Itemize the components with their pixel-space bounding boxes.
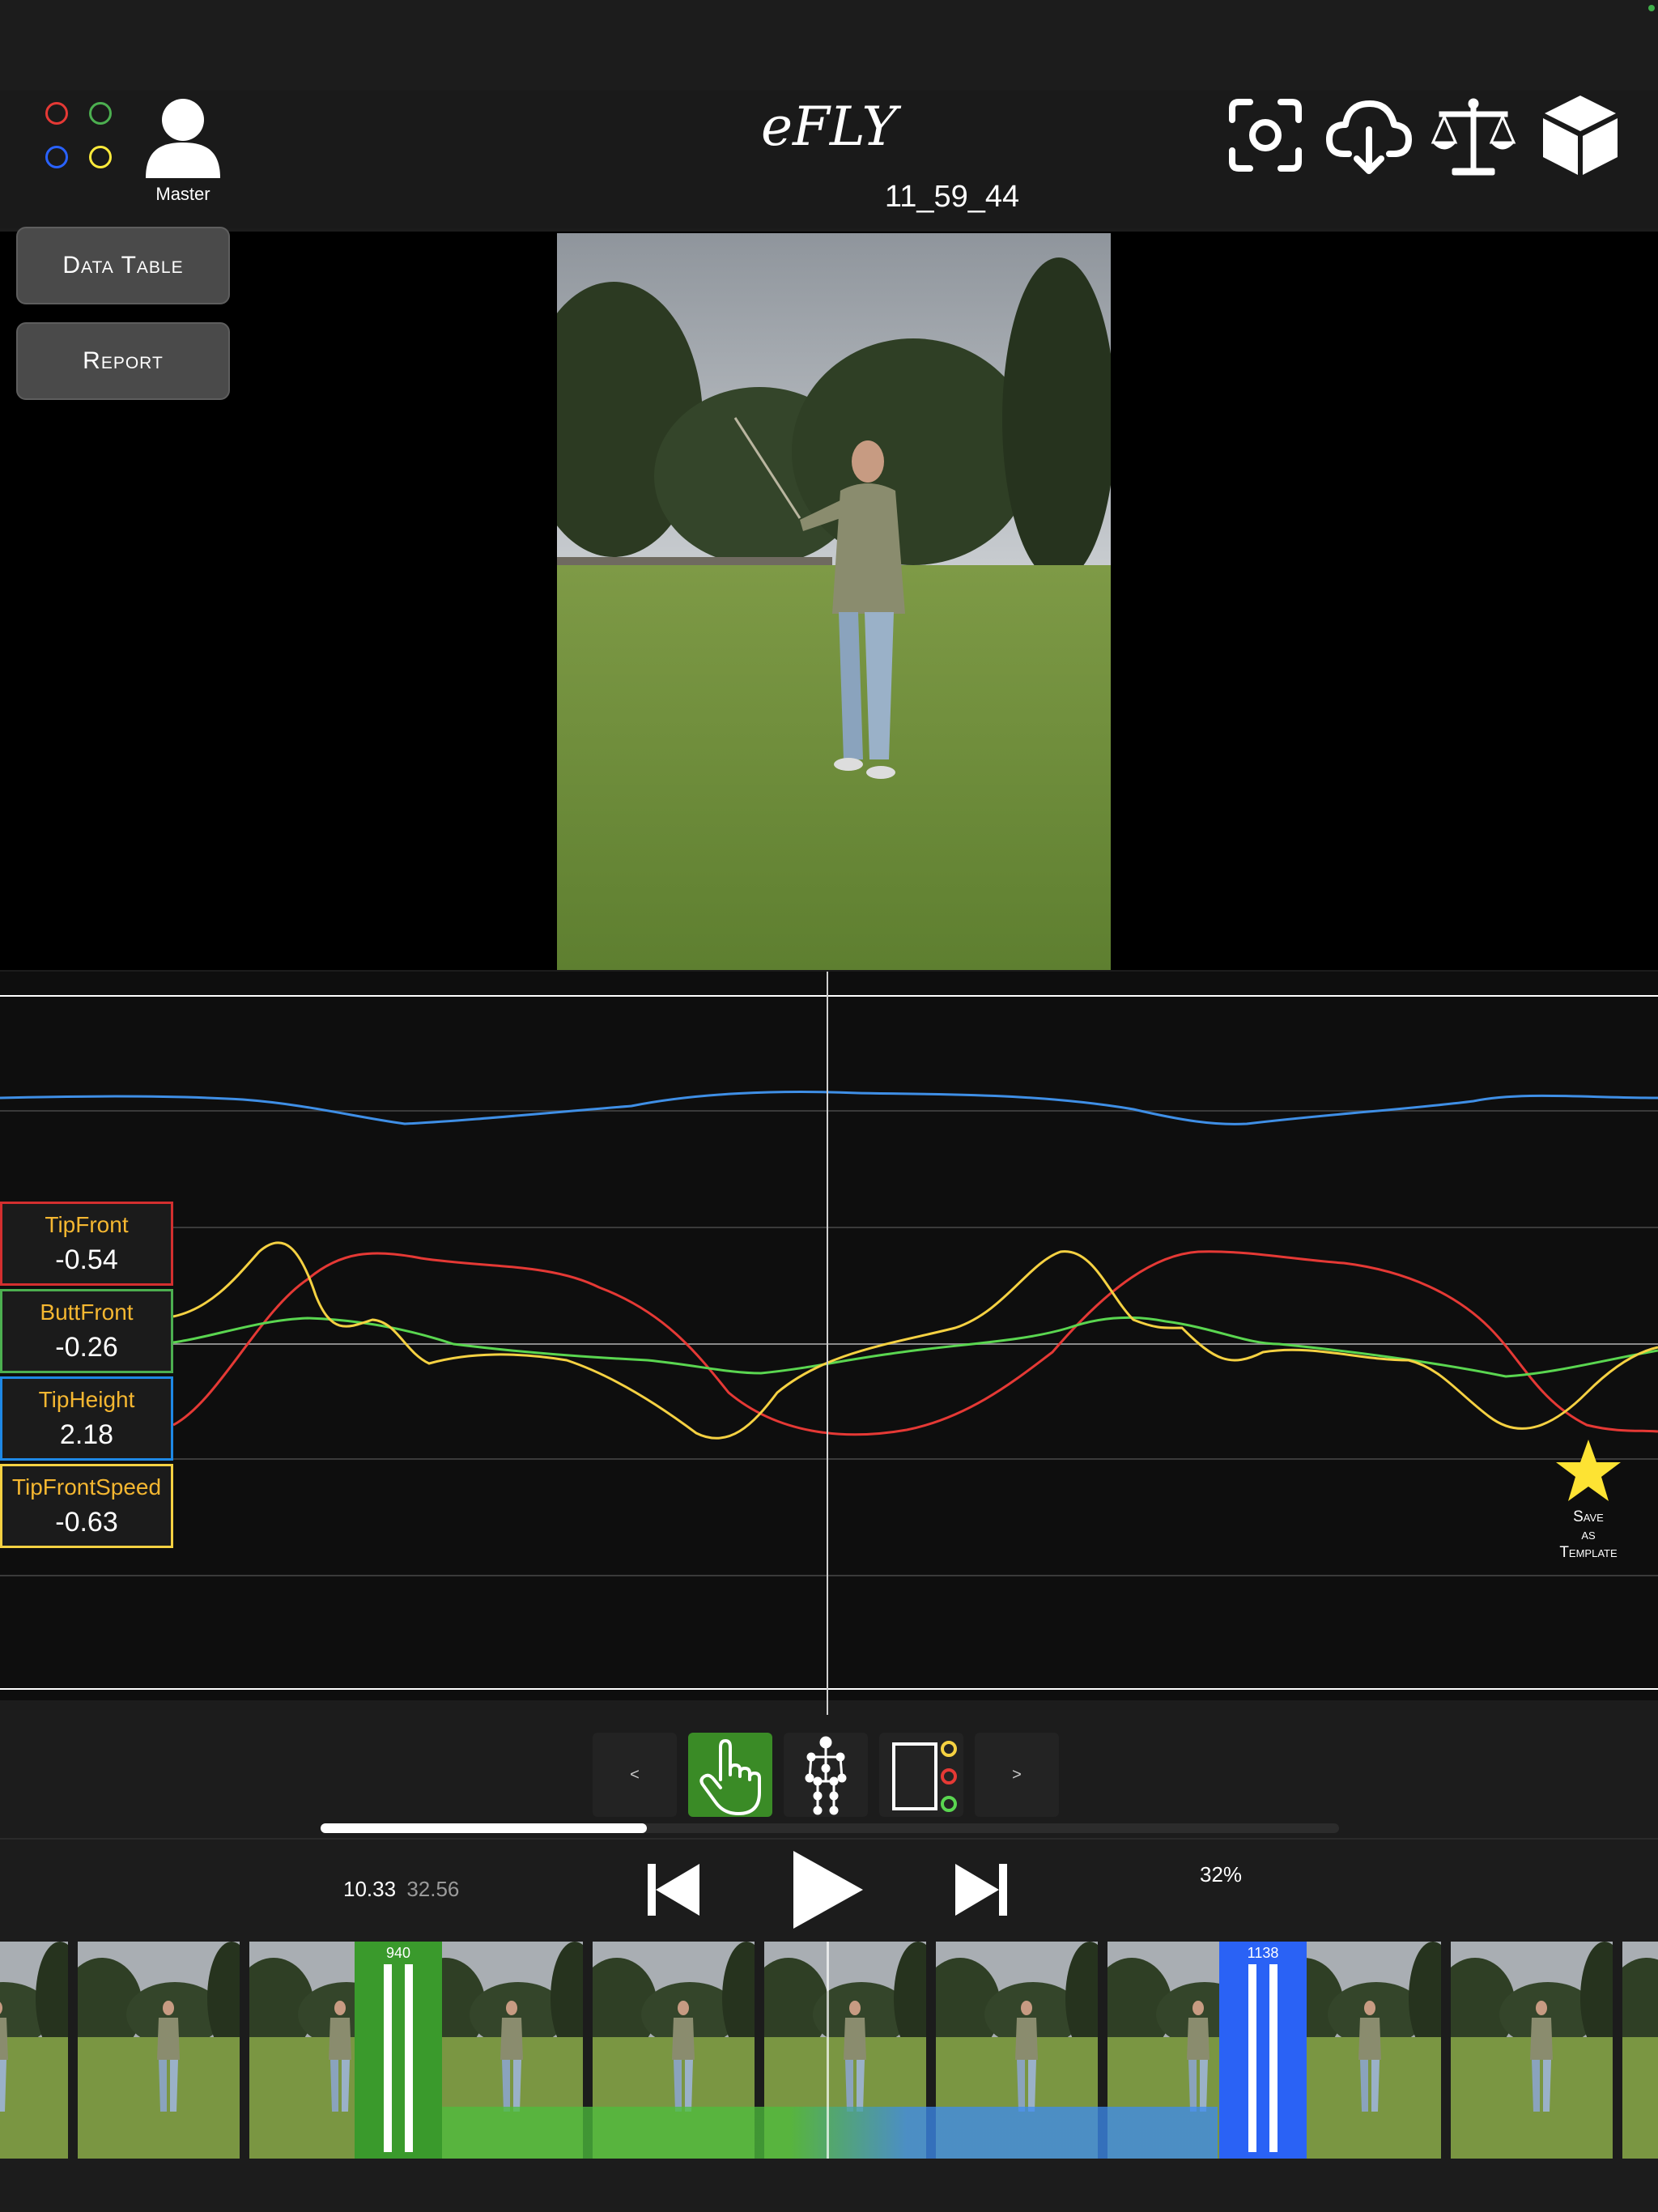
filmstrip-thumbnail[interactable] [0, 1942, 68, 2159]
range-start-value: 940 [385, 1945, 411, 1961]
tool-hand-button[interactable] [688, 1733, 772, 1817]
selected-range-bar [440, 2107, 1218, 2159]
tool-prev-button[interactable]: < [593, 1733, 677, 1817]
save-as-template-button[interactable]: Save as Template [1538, 1438, 1639, 1580]
3d-view-button[interactable] [1540, 92, 1621, 178]
clip-name: 11_59_44 [884, 180, 1020, 214]
tool-next-button[interactable]: > [975, 1733, 1059, 1817]
skip-back-button[interactable] [644, 1861, 703, 1919]
tool-prev-label: < [630, 1766, 640, 1784]
legend-label: TipFrontSpeed [11, 1474, 162, 1499]
series-tipheight-line [0, 1091, 1658, 1125]
legend-buttfront[interactable]: ButtFront -0.26 [0, 1289, 173, 1373]
skip-back-icon [648, 1864, 699, 1916]
camera-focus-icon [1229, 99, 1302, 172]
video-player[interactable] [0, 232, 1658, 970]
cube-icon [1543, 96, 1618, 175]
legend-tipheight[interactable]: TipHeight 2.18 [0, 1376, 173, 1461]
hand-pointer-icon [699, 1739, 761, 1815]
legend-value: -0.63 [55, 1507, 118, 1538]
play-icon [793, 1851, 863, 1929]
range-start-handle[interactable]: 940 [355, 1942, 442, 2159]
skeleton-icon [805, 1736, 847, 1815]
legend-label: TipHeight [38, 1387, 135, 1412]
playhead-extension [827, 1700, 828, 1715]
report-button[interactable]: Report [16, 322, 230, 400]
range-end-value: 1138 [1247, 1945, 1279, 1961]
save-template-line2: as [1581, 1526, 1596, 1543]
play-button[interactable] [790, 1849, 865, 1930]
series-tipfrontspeed-line [172, 1241, 1658, 1440]
legend-tipfrontspeed[interactable]: TipFrontSpeed -0.63 [0, 1464, 173, 1548]
filmstrip-thumbnail[interactable] [1451, 1942, 1613, 2159]
filmstrip-thumbnail[interactable] [78, 1942, 240, 2159]
legend-label: TipFront [45, 1212, 129, 1237]
status-indicator-dot [1648, 5, 1655, 11]
legend-value: -0.54 [55, 1244, 118, 1275]
save-template-line3: Template [1559, 1544, 1618, 1561]
legend-value: 2.18 [59, 1419, 114, 1450]
filmstrip-playhead [827, 1942, 829, 2159]
data-table-button[interactable]: Data Table [16, 227, 230, 304]
current-time: 10.33 [343, 1877, 397, 1901]
tool-skeleton-button[interactable] [784, 1733, 868, 1817]
star-icon [1556, 1440, 1621, 1501]
status-bar [0, 0, 1658, 92]
legend-tipfront[interactable]: TipFront -0.54 [0, 1202, 173, 1286]
total-time: 32.56 [406, 1877, 460, 1901]
range-end-handle[interactable]: 1138 [1219, 1942, 1307, 2159]
zoom-percent: 32% [1200, 1862, 1243, 1887]
cloud-download-button[interactable] [1324, 92, 1414, 177]
curve-chart[interactable] [0, 972, 1658, 1715]
video-frame[interactable] [557, 233, 1111, 970]
curve-chart-svg [0, 972, 1658, 1715]
balance-scale-icon [1431, 98, 1516, 176]
cloud-download-icon [1326, 100, 1412, 174]
compare-button[interactable] [1428, 92, 1519, 178]
series-tipfront-line [172, 1250, 1658, 1436]
tool-rod-markers-button[interactable] [879, 1733, 963, 1817]
filmstrip-thumbnail[interactable] [1622, 1942, 1658, 2159]
skip-forward-button[interactable] [952, 1861, 1010, 1919]
legend-value: -0.26 [55, 1332, 118, 1363]
series-buttfront-line [172, 1316, 1658, 1378]
rod-markers-icon [892, 1741, 957, 1812]
tool-next-label: > [1012, 1766, 1022, 1784]
skip-forward-icon [955, 1864, 1007, 1916]
transport-bar: 10.33 32.56 32% [0, 1838, 1658, 1937]
legend-label: ButtFront [40, 1300, 134, 1325]
scrub-progress-fill [321, 1823, 647, 1833]
time-readout: 10.33 32.56 [343, 1877, 459, 1902]
filmstrip[interactable]: 940 1138 [0, 1942, 1658, 2160]
screenshot-button[interactable] [1227, 97, 1303, 173]
save-template-line1: Save [1573, 1508, 1604, 1525]
